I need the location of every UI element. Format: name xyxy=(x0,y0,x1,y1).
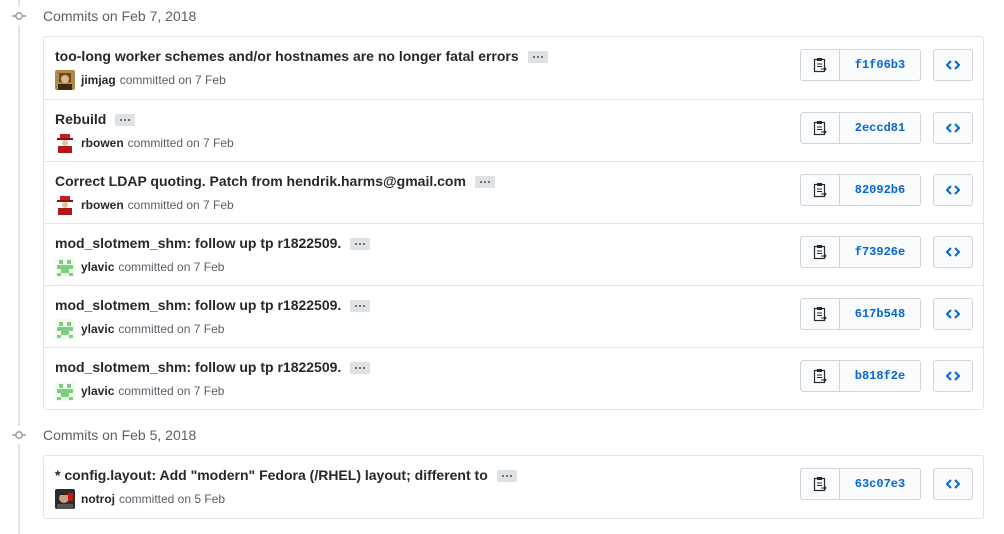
browse-repo-button[interactable] xyxy=(933,298,973,330)
commit-sha-link[interactable]: b818f2e xyxy=(840,361,920,391)
browse-repo-button[interactable] xyxy=(933,236,973,268)
git-commit-icon xyxy=(10,426,28,444)
avatar[interactable] xyxy=(55,489,75,509)
browse-repo-button[interactable] xyxy=(933,360,973,392)
ellipsis-icon[interactable] xyxy=(496,470,517,482)
sha-button-group: 2eccd81 xyxy=(800,112,921,144)
clippy-icon xyxy=(813,121,827,136)
ellipsis-icon[interactable] xyxy=(350,238,371,250)
commit-sha-link[interactable]: 2eccd81 xyxy=(840,113,920,143)
copy-sha-button[interactable] xyxy=(801,469,840,499)
ellipsis-icon[interactable] xyxy=(115,114,136,126)
commit-date: committed on 7 Feb xyxy=(127,198,234,212)
avatar[interactable] xyxy=(55,319,75,339)
avatar[interactable] xyxy=(55,133,75,153)
clippy-icon xyxy=(813,245,827,260)
timeline-line xyxy=(18,0,20,534)
browse-repo-button[interactable] xyxy=(933,174,973,206)
ellipsis-icon[interactable] xyxy=(527,51,548,63)
commit-row: mod_slotmem_shm: follow up tp r1822509. … xyxy=(44,223,983,285)
clippy-icon xyxy=(813,369,827,384)
commit-date: committed on 5 Feb xyxy=(119,492,226,506)
commit-date: committed on 7 Feb xyxy=(118,322,225,336)
sha-button-group: 82092b6 xyxy=(800,174,921,206)
avatar[interactable] xyxy=(55,70,75,90)
commit-author[interactable]: ylavic xyxy=(81,384,114,398)
commit-author[interactable]: ylavic xyxy=(81,322,114,336)
commit-message-link[interactable]: mod_slotmem_shm: follow up tp r1822509. xyxy=(55,297,341,313)
commit-sha-link[interactable]: f73926e xyxy=(840,237,920,267)
commit-message-link[interactable]: * config.layout: Add "modern" Fedora (/R… xyxy=(55,467,488,483)
browse-repo-button[interactable] xyxy=(933,49,973,81)
copy-sha-button[interactable] xyxy=(801,299,840,329)
commit-row: Correct LDAP quoting. Patch from hendrik… xyxy=(44,161,983,223)
commit-date: committed on 7 Feb xyxy=(119,73,226,87)
commit-sha-link[interactable]: 617b548 xyxy=(840,299,920,329)
commit-row: mod_slotmem_shm: follow up tp r1822509. … xyxy=(44,285,983,347)
ellipsis-icon[interactable] xyxy=(350,362,371,374)
commit-sha-link[interactable]: 63c07e3 xyxy=(840,469,920,499)
commit-author[interactable]: rbowen xyxy=(81,136,124,150)
commit-author[interactable]: rbowen xyxy=(81,198,124,212)
sha-button-group: 617b548 xyxy=(800,298,921,330)
commit-message-link[interactable]: Rebuild xyxy=(55,111,106,127)
commit-author[interactable]: ylavic xyxy=(81,260,114,274)
commit-list: too-long worker schemes and/or hostnames… xyxy=(43,36,984,410)
code-icon xyxy=(946,185,960,195)
commit-group-header: Commits on Feb 5, 2018 xyxy=(10,423,196,447)
ellipsis-icon[interactable] xyxy=(474,176,495,188)
commit-message-link[interactable]: Correct LDAP quoting. Patch from hendrik… xyxy=(55,173,466,189)
copy-sha-button[interactable] xyxy=(801,237,840,267)
commit-group-date: Commits on Feb 5, 2018 xyxy=(43,427,197,443)
sha-button-group: b818f2e xyxy=(800,360,921,392)
code-icon xyxy=(946,309,960,319)
commit-row: too-long worker schemes and/or hostnames… xyxy=(44,37,983,99)
browse-repo-button[interactable] xyxy=(933,112,973,144)
commit-sha-link[interactable]: 82092b6 xyxy=(840,175,920,205)
code-icon xyxy=(946,60,960,70)
avatar[interactable] xyxy=(55,195,75,215)
clippy-icon xyxy=(813,477,827,492)
commit-author[interactable]: jimjag xyxy=(81,73,116,87)
clippy-icon xyxy=(813,58,827,73)
commit-group-header: Commits on Feb 7, 2018 xyxy=(10,4,196,28)
avatar[interactable] xyxy=(55,257,75,277)
commit-sha-link[interactable]: f1f06b3 xyxy=(840,50,920,80)
copy-sha-button[interactable] xyxy=(801,113,840,143)
commit-date: committed on 7 Feb xyxy=(118,260,225,274)
sha-button-group: 63c07e3 xyxy=(800,468,921,500)
commit-group-date: Commits on Feb 7, 2018 xyxy=(43,8,197,24)
code-icon xyxy=(946,123,960,133)
commit-date: committed on 7 Feb xyxy=(118,384,225,398)
code-icon xyxy=(946,371,960,381)
browse-repo-button[interactable] xyxy=(933,468,973,500)
commit-row: * config.layout: Add "modern" Fedora (/R… xyxy=(44,456,983,518)
sha-button-group: f73926e xyxy=(800,236,921,268)
avatar[interactable] xyxy=(55,381,75,401)
git-commit-icon xyxy=(10,7,28,25)
commit-date: committed on 7 Feb xyxy=(127,136,234,150)
code-icon xyxy=(946,247,960,257)
copy-sha-button[interactable] xyxy=(801,175,840,205)
copy-sha-button[interactable] xyxy=(801,361,840,391)
commit-message-link[interactable]: mod_slotmem_shm: follow up tp r1822509. xyxy=(55,235,341,251)
code-icon xyxy=(946,479,960,489)
commit-message-link[interactable]: too-long worker schemes and/or hostnames… xyxy=(55,48,519,64)
copy-sha-button[interactable] xyxy=(801,50,840,80)
commit-list: * config.layout: Add "modern" Fedora (/R… xyxy=(43,455,984,519)
commit-row: Rebuild rbowen committed on 7 Feb 2eccd8… xyxy=(44,99,983,161)
commit-author[interactable]: notroj xyxy=(81,492,115,506)
commit-row: mod_slotmem_shm: follow up tp r1822509. … xyxy=(44,347,983,409)
clippy-icon xyxy=(813,183,827,198)
sha-button-group: f1f06b3 xyxy=(800,49,921,81)
clippy-icon xyxy=(813,307,827,322)
ellipsis-icon[interactable] xyxy=(350,300,371,312)
commit-message-link[interactable]: mod_slotmem_shm: follow up tp r1822509. xyxy=(55,359,341,375)
